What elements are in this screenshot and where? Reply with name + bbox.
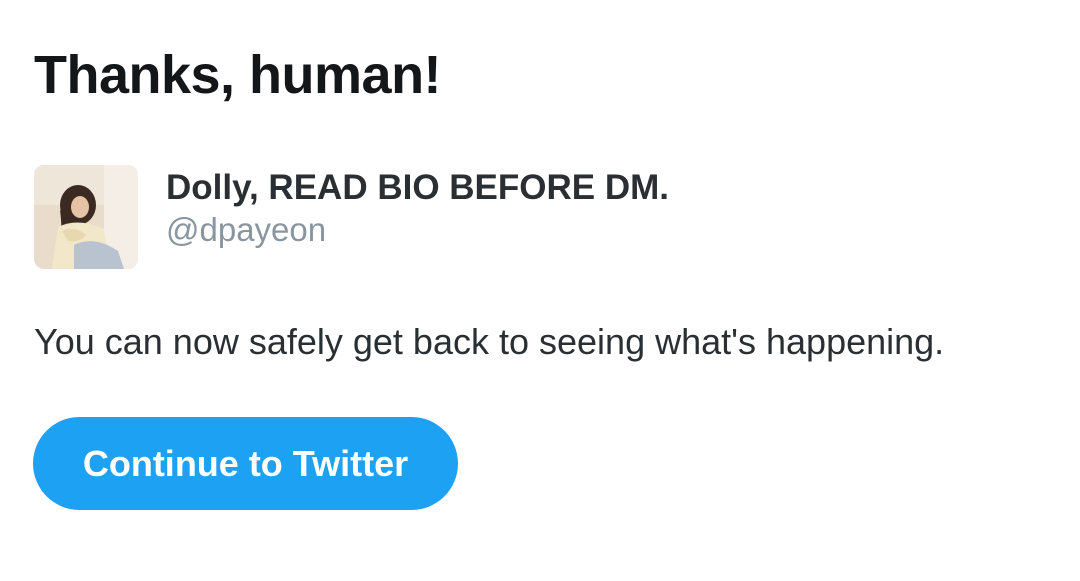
username-handle: @dpayeon — [166, 210, 327, 248]
avatar — [34, 164, 138, 269]
avatar-photo-icon — [34, 164, 138, 269]
confirmation-message: You can now safely get back to seeing wh… — [34, 321, 945, 362]
confirmation-page: Thanks, human! Dolly, READ BIO BEFORE DM… — [0, 0, 1080, 581]
account-card: Dolly, READ BIO BEFORE DM. @dpayeon — [34, 164, 669, 269]
continue-to-twitter-button[interactable]: Continue to Twitter — [33, 417, 458, 510]
account-info: Dolly, READ BIO BEFORE DM. @dpayeon — [166, 166, 669, 250]
display-name: Dolly, READ BIO BEFORE DM. — [166, 167, 669, 207]
page-title: Thanks, human! — [34, 45, 442, 105]
